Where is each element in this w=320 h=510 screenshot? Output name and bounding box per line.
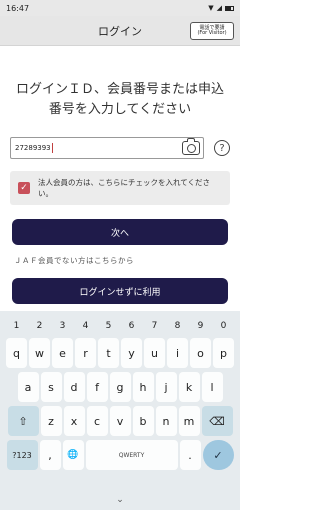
text-caret bbox=[51, 143, 53, 153]
keyboard-number-row: 1 2 3 4 5 6 7 8 9 0 bbox=[0, 316, 240, 336]
login-id-input[interactable]: 27289393 bbox=[10, 137, 204, 159]
key-d[interactable]: d bbox=[63, 372, 85, 402]
key-2[interactable]: 2 bbox=[29, 316, 50, 336]
key-q[interactable]: q bbox=[6, 338, 27, 368]
enter-key-icon[interactable]: ✓ bbox=[202, 440, 234, 470]
key-s[interactable]: s bbox=[40, 372, 62, 402]
key-r[interactable]: r bbox=[75, 338, 96, 368]
login-without-account-button[interactable]: ログインせずに利用 bbox=[12, 278, 228, 304]
key-7[interactable]: 7 bbox=[144, 316, 165, 336]
key-e[interactable]: e bbox=[52, 338, 73, 368]
key-m[interactable]: m bbox=[178, 406, 200, 436]
login-id-value: 27289393 bbox=[15, 144, 51, 152]
key-f[interactable]: f bbox=[86, 372, 108, 402]
next-button[interactable]: 次へ bbox=[12, 219, 228, 245]
key-x[interactable]: x bbox=[63, 406, 85, 436]
key-v[interactable]: v bbox=[109, 406, 131, 436]
key-u[interactable]: u bbox=[144, 338, 165, 368]
key-y[interactable]: y bbox=[121, 338, 142, 368]
key-b[interactable]: b bbox=[132, 406, 154, 436]
key-z[interactable]: z bbox=[40, 406, 62, 436]
keyboard-row-4: ?123 , 🌐 QWERTY . ✓ bbox=[0, 440, 240, 470]
status-time: 16:47 bbox=[6, 3, 30, 13]
comma-key[interactable]: , bbox=[39, 440, 61, 470]
corporate-member-option[interactable]: ✓ 法人会員の方は、こちらにチェックを入れてください。 bbox=[10, 171, 230, 205]
key-t[interactable]: t bbox=[98, 338, 119, 368]
status-bar: 16:47 ▼ ◢ bbox=[0, 0, 240, 16]
corporate-member-label: 法人会員の方は、こちらにチェックを入れてください。 bbox=[38, 178, 211, 198]
prompt-line1: ログインＩＤ、会員番号または申込 bbox=[15, 82, 224, 97]
app-header: ログイン 電話で要請 (For Visitor) bbox=[0, 16, 240, 46]
prompt-line2: 番号を入力してください bbox=[48, 102, 192, 117]
key-h[interactable]: h bbox=[132, 372, 154, 402]
backspace-key-icon[interactable]: ⌫ bbox=[201, 406, 233, 436]
key-c[interactable]: c bbox=[86, 406, 108, 436]
visitor-button-line2: (For Visitor) bbox=[197, 30, 227, 36]
key-l[interactable]: l bbox=[201, 372, 223, 402]
key-o[interactable]: o bbox=[190, 338, 211, 368]
non-member-link[interactable]: ＪＡＦ会員でない方はこちらから bbox=[14, 255, 240, 266]
navigation-bar: ⌄ bbox=[0, 490, 240, 510]
key-n[interactable]: n bbox=[155, 406, 177, 436]
key-i[interactable]: i bbox=[167, 338, 188, 368]
key-1[interactable]: 1 bbox=[6, 316, 27, 336]
period-key[interactable]: . bbox=[179, 440, 201, 470]
signal-icon: ▼ bbox=[208, 4, 214, 12]
shift-key-icon[interactable]: ⇧ bbox=[7, 406, 39, 436]
key-6[interactable]: 6 bbox=[121, 316, 142, 336]
key-0[interactable]: 0 bbox=[213, 316, 234, 336]
key-8[interactable]: 8 bbox=[167, 316, 188, 336]
globe-key-icon[interactable]: 🌐 bbox=[62, 440, 84, 470]
page-title: ログイン bbox=[98, 24, 142, 38]
login-prompt: ログインＩＤ、会員番号または申込 番号を入力してください bbox=[0, 80, 240, 120]
key-k[interactable]: k bbox=[178, 372, 200, 402]
hide-keyboard-icon[interactable]: ⌄ bbox=[116, 495, 124, 505]
keyboard-row-2: a s d f g h j k l bbox=[0, 372, 240, 402]
key-9[interactable]: 9 bbox=[190, 316, 211, 336]
keyboard-row-1: q w e r t y u i o p bbox=[0, 338, 240, 368]
visitor-call-button[interactable]: 電話で要請 (For Visitor) bbox=[190, 22, 234, 40]
key-p[interactable]: p bbox=[213, 338, 234, 368]
help-icon[interactable]: ? bbox=[214, 140, 230, 156]
key-5[interactable]: 5 bbox=[98, 316, 119, 336]
symbols-key[interactable]: ?123 bbox=[6, 440, 38, 470]
id-input-row: 27289393 ? bbox=[10, 137, 230, 159]
key-g[interactable]: g bbox=[109, 372, 131, 402]
battery-icon bbox=[225, 5, 234, 11]
space-key[interactable]: QWERTY bbox=[85, 440, 178, 470]
key-j[interactable]: j bbox=[155, 372, 177, 402]
key-4[interactable]: 4 bbox=[75, 316, 96, 336]
soft-keyboard: 1 2 3 4 5 6 7 8 9 0 q w e r t y u i o p … bbox=[0, 311, 240, 490]
status-icons: ▼ ◢ bbox=[208, 4, 234, 12]
key-3[interactable]: 3 bbox=[52, 316, 73, 336]
key-a[interactable]: a bbox=[17, 372, 39, 402]
key-w[interactable]: w bbox=[29, 338, 50, 368]
keyboard-row-3: ⇧ z x c v b n m ⌫ bbox=[0, 406, 240, 436]
camera-icon[interactable] bbox=[182, 138, 200, 155]
corporate-member-checkbox[interactable]: ✓ bbox=[18, 182, 30, 194]
cell-icon: ◢ bbox=[216, 4, 222, 12]
